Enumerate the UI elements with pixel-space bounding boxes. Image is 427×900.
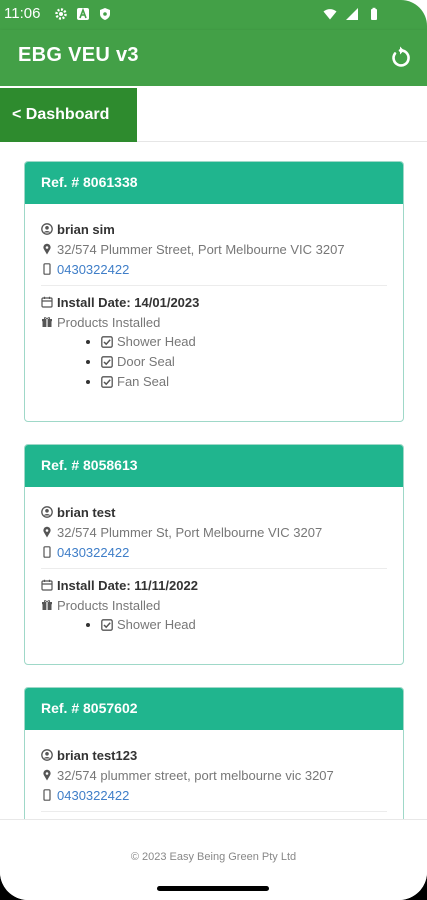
job-card[interactable]: Ref. # 8057602 brian test123 32/574 plum… xyxy=(24,687,404,819)
products-label-row: Products Installed xyxy=(41,312,387,332)
customer-name: brian test xyxy=(57,504,116,520)
job-list[interactable]: Ref. # 8061338 brian sim 32/574 Plummer … xyxy=(0,142,427,819)
customer-phone-link[interactable]: 0430322422 xyxy=(57,262,129,277)
check-square-icon xyxy=(101,336,113,348)
gift-icon xyxy=(42,317,52,327)
phone-row: 0430322422 xyxy=(41,542,387,562)
customer-address: 32/574 Plummer St, Port Melbourne VIC 32… xyxy=(57,524,323,540)
dashboard-bar: < Dashboard xyxy=(0,86,427,142)
refresh-icon[interactable] xyxy=(387,45,413,71)
check-square-icon xyxy=(101,376,113,388)
map-pin-icon xyxy=(43,769,51,781)
address-row: 32/574 Plummer St, Port Melbourne VIC 32… xyxy=(41,522,387,542)
customer-row: brian sim xyxy=(41,219,387,239)
product-name: Door Seal xyxy=(117,354,175,369)
mobile-phone-icon xyxy=(43,546,51,558)
a-icon xyxy=(77,7,89,20)
customer-phone-link[interactable]: 0430322422 xyxy=(57,545,129,560)
status-notification-icons xyxy=(54,7,112,21)
install-date-row: Install Date: 11/11/2022 xyxy=(41,575,387,595)
map-pin-icon xyxy=(43,526,51,538)
divider xyxy=(41,811,387,812)
customer-row: brian test123 xyxy=(41,745,387,765)
customer-row: brian test xyxy=(41,502,387,522)
status-bar: 11:06 xyxy=(0,0,427,30)
mobile-phone-icon xyxy=(43,789,51,801)
customer-name: brian test123 xyxy=(57,747,138,763)
calendar-icon xyxy=(41,579,53,591)
wifi-icon xyxy=(323,9,337,20)
dashboard-back-button[interactable]: < Dashboard xyxy=(0,88,137,142)
status-system-icons xyxy=(323,7,381,21)
product-name: Shower Head xyxy=(117,617,196,632)
job-ref: Ref. # 8061338 xyxy=(25,162,403,204)
job-card-body: brian test 32/574 Plummer St, Port Melbo… xyxy=(25,487,403,645)
job-card[interactable]: Ref. # 8061338 brian sim 32/574 Plummer … xyxy=(24,161,404,422)
check-square-icon xyxy=(101,619,113,631)
install-date: Install Date: 14/01/2023 xyxy=(57,294,200,310)
product-item: Fan Seal xyxy=(101,372,387,392)
gift-icon xyxy=(42,600,52,610)
phone-row: 0430322422 xyxy=(41,785,387,805)
shield-icon xyxy=(100,8,110,20)
footer: © 2023 Easy Being Green Pty Ltd xyxy=(0,819,427,900)
product-item: Door Seal xyxy=(101,352,387,372)
copyright-text: © 2023 Easy Being Green Pty Ltd xyxy=(130,851,297,863)
install-date-row: Install Date: 14/01/2023 xyxy=(41,292,387,312)
app-screen: 11:06 EBG VEU v3 < Dashboard Ref. # 8061… xyxy=(0,0,427,900)
job-ref: Ref. # 8058613 xyxy=(25,445,403,487)
home-indicator[interactable] xyxy=(157,886,269,891)
divider xyxy=(41,568,387,569)
job-card-body: brian test123 32/574 plummer street, por… xyxy=(25,730,403,819)
battery-icon xyxy=(371,7,377,20)
install-date: Install Date: 11/11/2022 xyxy=(57,577,198,593)
user-circle-icon xyxy=(41,223,53,235)
user-circle-icon xyxy=(41,749,53,761)
gear-icon xyxy=(55,8,67,20)
products-list: Shower Head xyxy=(101,615,387,635)
product-item: Shower Head xyxy=(101,615,387,635)
customer-address: 32/574 plummer street, port melbourne vi… xyxy=(57,767,334,783)
customer-name: brian sim xyxy=(57,221,115,237)
product-name: Fan Seal xyxy=(117,374,170,389)
products-installed-label: Products Installed xyxy=(57,597,161,613)
product-name: Shower Head xyxy=(117,334,196,349)
customer-address: 32/574 Plummer Street, Port Melbourne VI… xyxy=(57,241,345,257)
job-card-body: brian sim 32/574 Plummer Street, Port Me… xyxy=(25,204,403,402)
address-row: 32/574 plummer street, port melbourne vi… xyxy=(41,765,387,785)
products-installed-label: Products Installed xyxy=(57,314,161,330)
app-bar: EBG VEU v3 xyxy=(0,30,427,86)
customer-phone-link[interactable]: 0430322422 xyxy=(57,788,129,803)
job-card[interactable]: Ref. # 8058613 brian test 32/574 Plummer… xyxy=(24,444,404,665)
phone-row: 0430322422 xyxy=(41,259,387,279)
job-ref: Ref. # 8057602 xyxy=(25,688,403,730)
check-square-icon xyxy=(101,356,113,368)
status-time: 11:06 xyxy=(4,5,41,22)
signal-icon xyxy=(346,8,358,20)
divider xyxy=(41,285,387,286)
product-item: Shower Head xyxy=(101,332,387,352)
products-list: Shower Head Door Seal Fan Seal xyxy=(101,332,387,392)
calendar-icon xyxy=(41,296,53,308)
user-circle-icon xyxy=(41,506,53,518)
map-pin-icon xyxy=(43,243,51,255)
app-title: EBG VEU v3 xyxy=(18,44,139,66)
address-row: 32/574 Plummer Street, Port Melbourne VI… xyxy=(41,239,387,259)
mobile-phone-icon xyxy=(43,263,51,275)
products-label-row: Products Installed xyxy=(41,595,387,615)
